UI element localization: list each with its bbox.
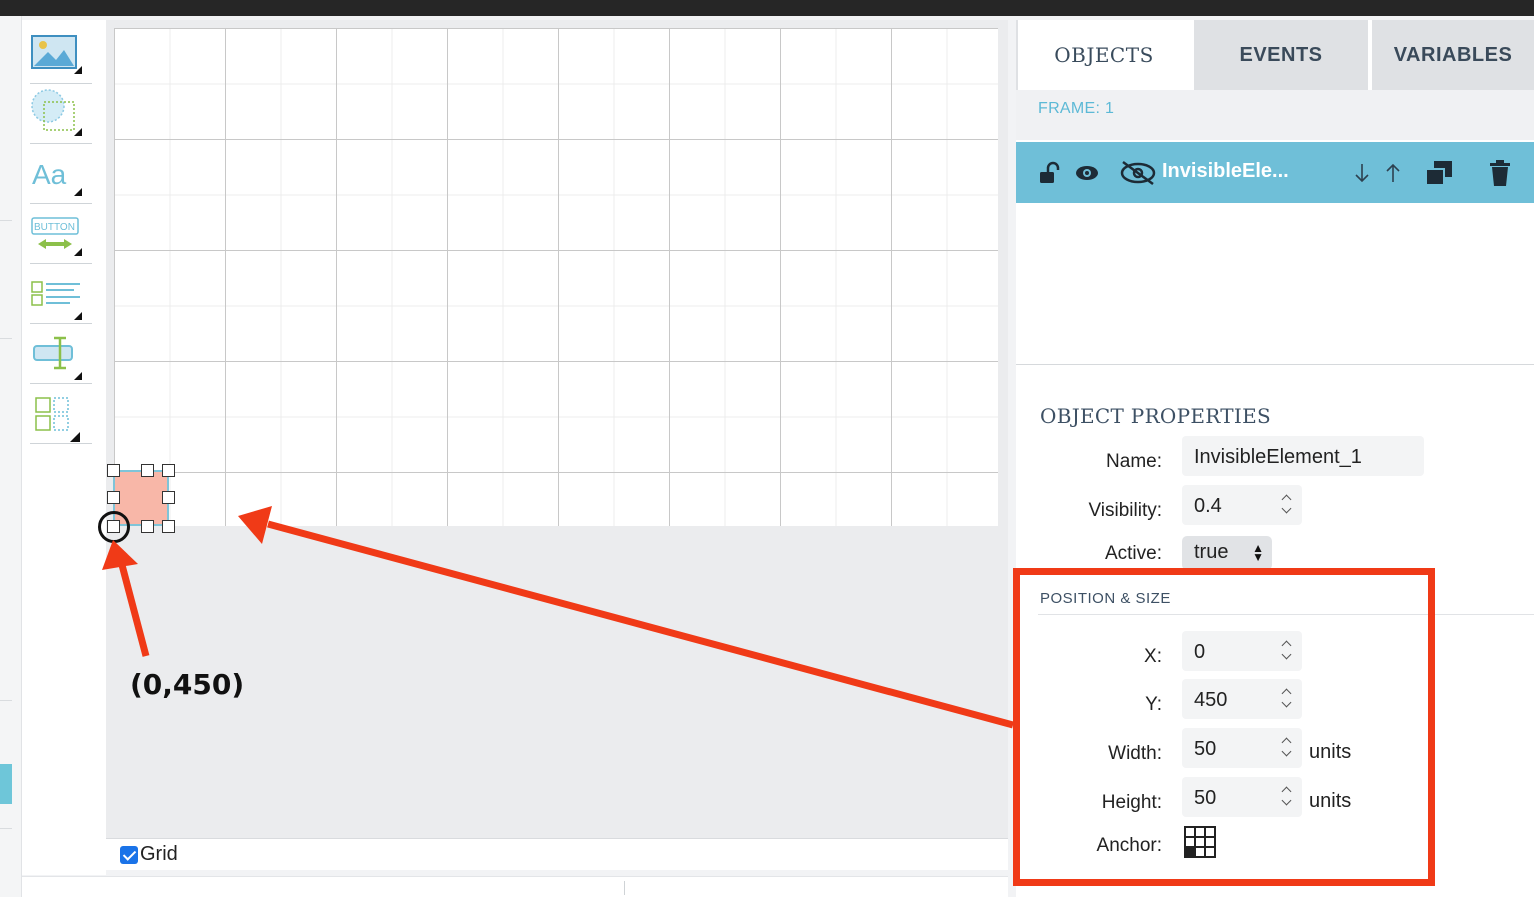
editor-window: Aa BUTTON (0,450) Grid OBJECTS EVENTS VA… <box>0 0 1534 897</box>
arrow-head-icon <box>238 506 272 544</box>
arrow-line-to-origin <box>118 564 150 657</box>
annotation-arrows <box>102 506 1014 729</box>
arrow-head-icon <box>102 540 138 570</box>
arrow-line-to-element <box>267 520 1014 729</box>
